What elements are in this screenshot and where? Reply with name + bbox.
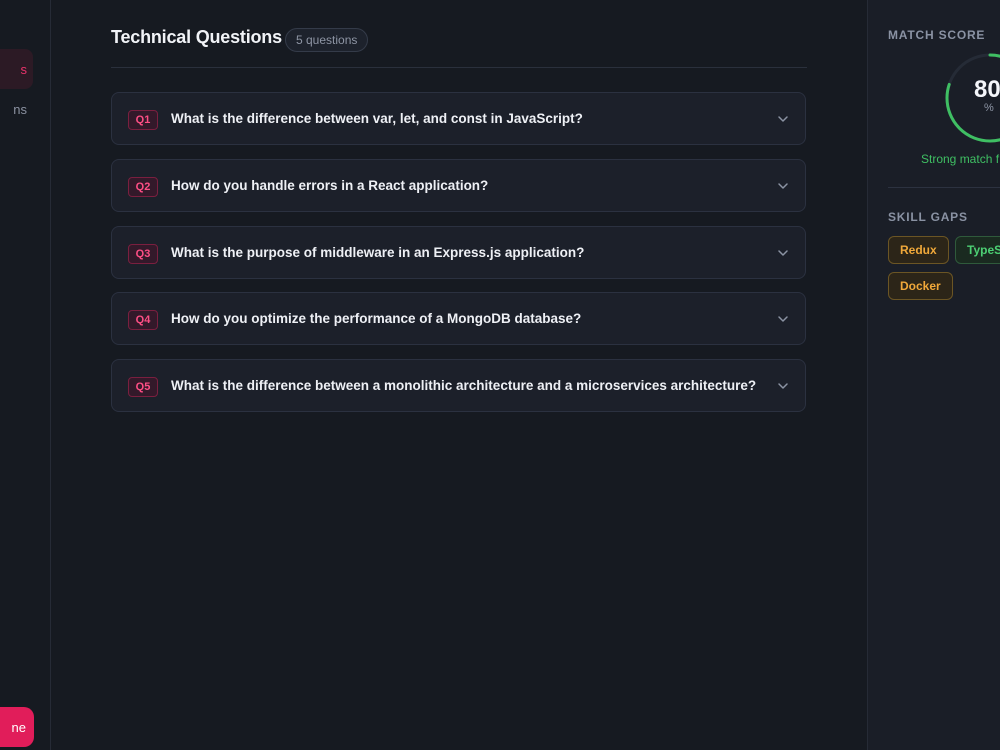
question-item[interactable]: Q1 What is the difference between var, l… (111, 92, 806, 145)
question-item[interactable]: Q5 What is the difference between a mono… (111, 359, 806, 412)
match-score-note: Strong match f (921, 152, 1000, 166)
skill-chip: Docker (888, 272, 953, 300)
right-panel: MATCH SCORE 80 % Strong match f SKILL GA… (867, 0, 1000, 750)
question-number-badge: Q1 (128, 110, 158, 130)
chevron-down-icon[interactable] (777, 180, 789, 192)
skill-chip: Redux (888, 236, 949, 264)
chevron-down-icon[interactable] (777, 380, 789, 392)
primary-action-button[interactable]: ne (0, 707, 34, 747)
section-title: Technical Questions (111, 27, 282, 47)
match-score-label: MATCH SCORE (888, 28, 986, 42)
question-item[interactable]: Q2 How do you handle errors in a React a… (111, 159, 806, 212)
question-text: How do you optimize the performance of a… (171, 311, 582, 326)
question-number-badge: Q4 (128, 310, 158, 330)
question-item[interactable]: Q4 How do you optimize the performance o… (111, 292, 806, 345)
question-text: How do you handle errors in a React appl… (171, 178, 489, 193)
question-number-badge: Q5 (128, 377, 158, 397)
question-item[interactable]: Q3 What is the purpose of middleware in … (111, 226, 806, 279)
sidebar-item-active[interactable]: s (0, 49, 33, 89)
chevron-down-icon[interactable] (777, 313, 789, 325)
question-text: What is the difference between a monolit… (171, 378, 757, 393)
match-score-unit: % (984, 102, 994, 114)
app-root: s ns ne Technical Questions 5 questions … (0, 0, 1000, 750)
primary-action-label: ne (11, 719, 26, 735)
question-text: What is the purpose of middleware in an … (171, 245, 585, 260)
section-header: Technical Questions 5 questions (111, 25, 807, 68)
sidebar-item-label: ns (13, 101, 27, 117)
sidebar-item[interactable]: ns (0, 89, 33, 129)
question-text: What is the difference between var, let,… (171, 111, 583, 126)
chevron-down-icon[interactable] (777, 113, 789, 125)
chevron-down-icon[interactable] (777, 247, 789, 259)
question-number-badge: Q2 (128, 177, 158, 197)
skill-gaps-label: SKILL GAPS (888, 210, 968, 224)
main-content: Technical Questions 5 questions Q1 What … (51, 0, 867, 750)
divider (888, 187, 1000, 188)
match-score-value: 80 (974, 76, 1000, 103)
question-count-badge: 5 questions (285, 28, 369, 52)
sidebar-item-label: s (20, 61, 28, 77)
skill-chip: TypeS (955, 236, 1000, 264)
question-number-badge: Q3 (128, 244, 158, 264)
sidebar: s ns ne (0, 0, 51, 750)
